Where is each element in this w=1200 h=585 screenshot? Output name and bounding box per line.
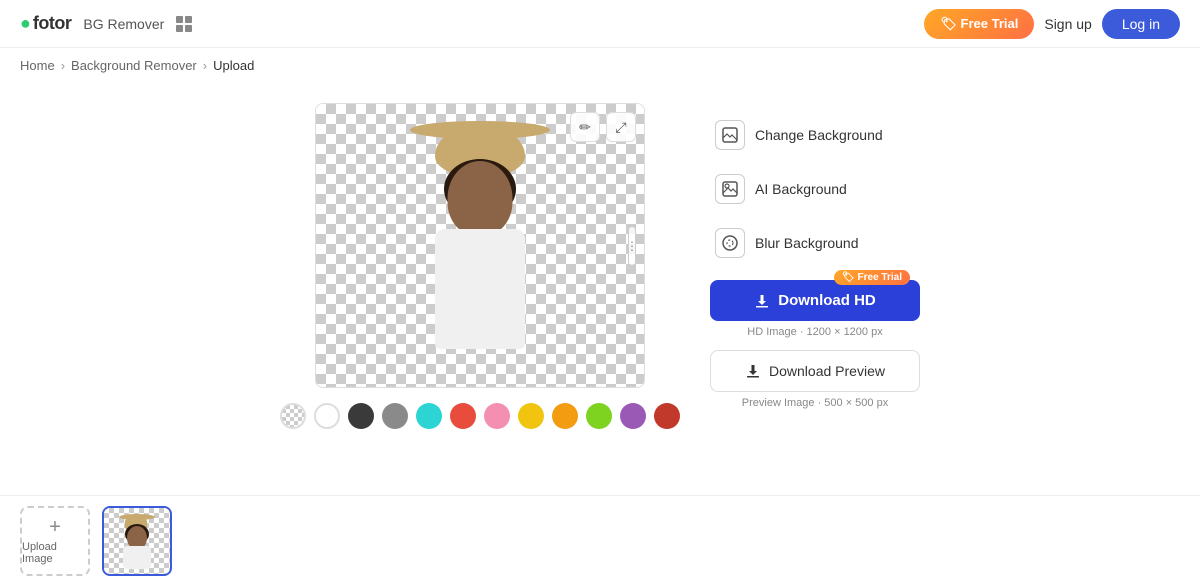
expand-tool-button[interactable]: ⤢ [606, 112, 636, 142]
thumb-body [123, 546, 151, 569]
preview-info-text: Preview Image · 500 × 500 px [710, 397, 920, 409]
logo-text: fotor [33, 13, 71, 34]
swatch-red[interactable] [450, 403, 476, 429]
color-swatches [280, 403, 680, 429]
download-section: Download HD 🏷 Free Trial HD Image · 1200… [710, 280, 920, 409]
upload-label: Upload Image [22, 541, 88, 565]
swatch-dark-red[interactable] [654, 403, 680, 429]
logo[interactable]: ● fotor [20, 13, 71, 34]
breadcrumb-home[interactable]: Home [20, 58, 55, 73]
thumbnail-person [117, 514, 157, 569]
bottom-strip: + Upload Image [0, 495, 1200, 585]
canvas-wrapper: ✏ ⤢ [315, 103, 645, 388]
person-figure [400, 121, 560, 381]
divider-handle[interactable] [628, 226, 636, 266]
breadcrumb-current: Upload [213, 58, 254, 73]
blur-background-option[interactable]: Blur Background [710, 216, 920, 270]
app-name: BG Remover [83, 16, 164, 32]
ai-background-option[interactable]: AI Background [710, 162, 920, 216]
editor-container: ✏ ⤢ [280, 103, 680, 429]
download-preview-button[interactable]: Download Preview [710, 350, 920, 392]
change-bg-label: Change Background [755, 127, 883, 143]
blur-bg-label: Blur Background [755, 235, 859, 251]
upload-plus-icon: + [49, 517, 61, 537]
canvas-image [316, 104, 644, 387]
change-bg-icon [715, 120, 745, 150]
download-hd-label: Download HD [778, 292, 876, 309]
swatch-cyan[interactable] [416, 403, 442, 429]
thumbnail-item[interactable] [102, 506, 172, 576]
expand-icon: ⤢ [615, 119, 626, 136]
free-trial-button[interactable]: 🏷 Free Trial [924, 9, 1034, 39]
header-right: 🏷 Free Trial Sign up Log in [924, 9, 1180, 39]
breadcrumb-bg-remover[interactable]: Background Remover [71, 58, 197, 73]
breadcrumb-sep-2: › [203, 58, 207, 73]
main-content: ✏ ⤢ [0, 83, 1200, 449]
download-preview-icon [745, 363, 761, 379]
swatch-checker[interactable] [280, 403, 306, 429]
edit-tool-button[interactable]: ✏ [570, 112, 600, 142]
free-trial-badge: 🏷 Free Trial [834, 270, 910, 285]
grid-icon[interactable] [176, 16, 192, 32]
swatch-white[interactable] [314, 403, 340, 429]
download-hd-button[interactable]: Download HD [710, 280, 920, 321]
hd-badge-text: 🏷 Free Trial [842, 272, 902, 283]
login-button[interactable]: Log in [1102, 9, 1180, 39]
canvas-tools: ✏ ⤢ [570, 112, 636, 142]
header: ● fotor BG Remover 🏷 Free Trial Sign up … [0, 0, 1200, 48]
body [435, 229, 525, 349]
swatch-green[interactable] [586, 403, 612, 429]
breadcrumb-sep-1: › [61, 58, 65, 73]
hd-info-text: HD Image · 1200 × 1200 px [710, 326, 920, 338]
blur-bg-icon [715, 228, 745, 258]
swatch-orange[interactable] [552, 403, 578, 429]
ai-bg-label: AI Background [755, 181, 847, 197]
download-hd-icon [754, 293, 770, 309]
download-preview-label: Download Preview [769, 363, 885, 379]
upload-new-button[interactable]: + Upload Image [20, 506, 90, 576]
signup-button[interactable]: Sign up [1044, 16, 1091, 32]
header-left: ● fotor BG Remover [20, 13, 192, 34]
logo-icon: ● [20, 13, 31, 34]
swatch-pink[interactable] [484, 403, 510, 429]
swatch-black[interactable] [348, 403, 374, 429]
right-panel: Change Background AI Background Blur Bac… [710, 103, 920, 409]
swatch-purple[interactable] [620, 403, 646, 429]
swatch-yellow[interactable] [518, 403, 544, 429]
change-background-option[interactable]: Change Background [710, 108, 920, 162]
swatch-gray[interactable] [382, 403, 408, 429]
ai-bg-icon [715, 174, 745, 204]
breadcrumb: Home › Background Remover › Upload [0, 48, 1200, 83]
edit-icon: ✏ [579, 119, 591, 136]
